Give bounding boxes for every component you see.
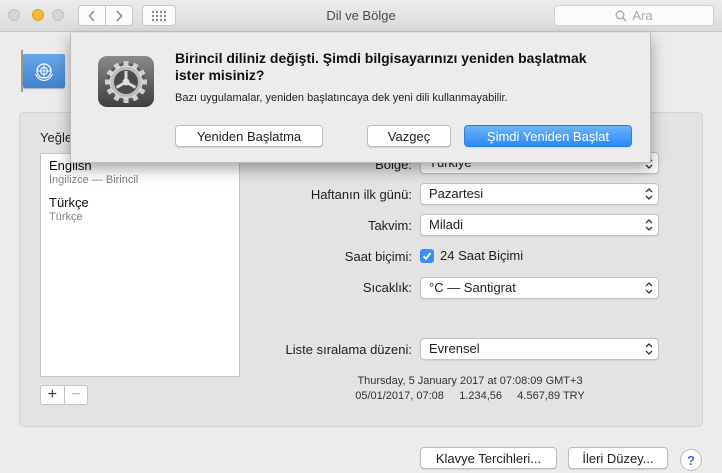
- language-subtitle: İngilizce — Birincil: [49, 174, 139, 186]
- keyboard-preferences-button[interactable]: Klavye Tercihleri...: [420, 447, 557, 469]
- sort-order-value: Evrensel: [429, 341, 480, 356]
- dont-restart-button[interactable]: Yeniden Başlatma: [175, 125, 323, 147]
- title-bar: Dil ve Bölge Ara: [0, 0, 722, 32]
- 24-hour-checkbox[interactable]: [420, 248, 434, 263]
- preferred-languages-list[interactable]: English İngilizce — Birincil Türkçe Türk…: [40, 153, 240, 377]
- first-day-popup[interactable]: Pazartesi: [420, 183, 659, 205]
- list-item[interactable]: Türkçe Türkçe: [49, 195, 89, 223]
- search-field[interactable]: Ara: [554, 5, 714, 26]
- updown-arrows-icon: [645, 282, 653, 294]
- 24-hour-label[interactable]: 24 Saat Biçimi: [440, 248, 523, 263]
- time-format-label: Saat biçimi:: [344, 249, 412, 264]
- search-icon: [615, 10, 627, 21]
- calendar-popup[interactable]: Miladi: [420, 214, 659, 236]
- sample-date-line: Thursday, 5 January 2017 at 07:08:09 GMT…: [357, 375, 583, 387]
- calendar-value: Miladi: [429, 217, 463, 232]
- advanced-button[interactable]: İleri Düzey...: [568, 447, 668, 469]
- temperature-popup[interactable]: °C — Santigrat: [420, 277, 659, 299]
- un-emblem-icon: [35, 63, 53, 82]
- checkmark-icon: [422, 251, 432, 260]
- language-subtitle: Türkçe: [49, 211, 83, 223]
- restart-now-button[interactable]: Şimdi Yeniden Başlat: [464, 125, 632, 147]
- language-region-icon: [23, 54, 65, 88]
- cancel-button[interactable]: Vazgeç: [367, 125, 451, 147]
- sort-order-label: Liste sıralama düzeni:: [285, 342, 412, 357]
- add-language-button[interactable]: +: [41, 386, 64, 404]
- sort-order-popup[interactable]: Evrensel: [420, 338, 659, 360]
- temperature-value: °C — Santigrat: [429, 280, 516, 295]
- help-button[interactable]: ?: [680, 449, 702, 471]
- time-format-row: 24 Saat Biçimi: [420, 248, 523, 263]
- add-remove-control: + −: [40, 385, 88, 405]
- system-preferences-gear-icon: [98, 56, 154, 107]
- temperature-label: Sıcaklık:: [362, 280, 412, 295]
- dialog-title: Birincil diliniz değişti. Şimdi bilgisay…: [175, 50, 587, 83]
- sample-number-line: 05/01/2017, 07:08 1.234,56 4.567,89 TRY: [355, 390, 585, 402]
- first-day-label: Haftanın ilk günü:: [310, 187, 412, 202]
- calendar-label: Takvim:: [367, 218, 412, 233]
- dialog-message: Bazı uygulamalar, yeniden başlatıncaya d…: [175, 92, 508, 104]
- updown-arrows-icon: [645, 219, 653, 231]
- language-name: Türkçe: [49, 195, 89, 210]
- search-placeholder: Ara: [632, 8, 653, 23]
- remove-language-button[interactable]: −: [63, 386, 88, 404]
- first-day-value: Pazartesi: [429, 186, 484, 201]
- updown-arrows-icon: [645, 188, 653, 200]
- updown-arrows-icon: [645, 343, 653, 355]
